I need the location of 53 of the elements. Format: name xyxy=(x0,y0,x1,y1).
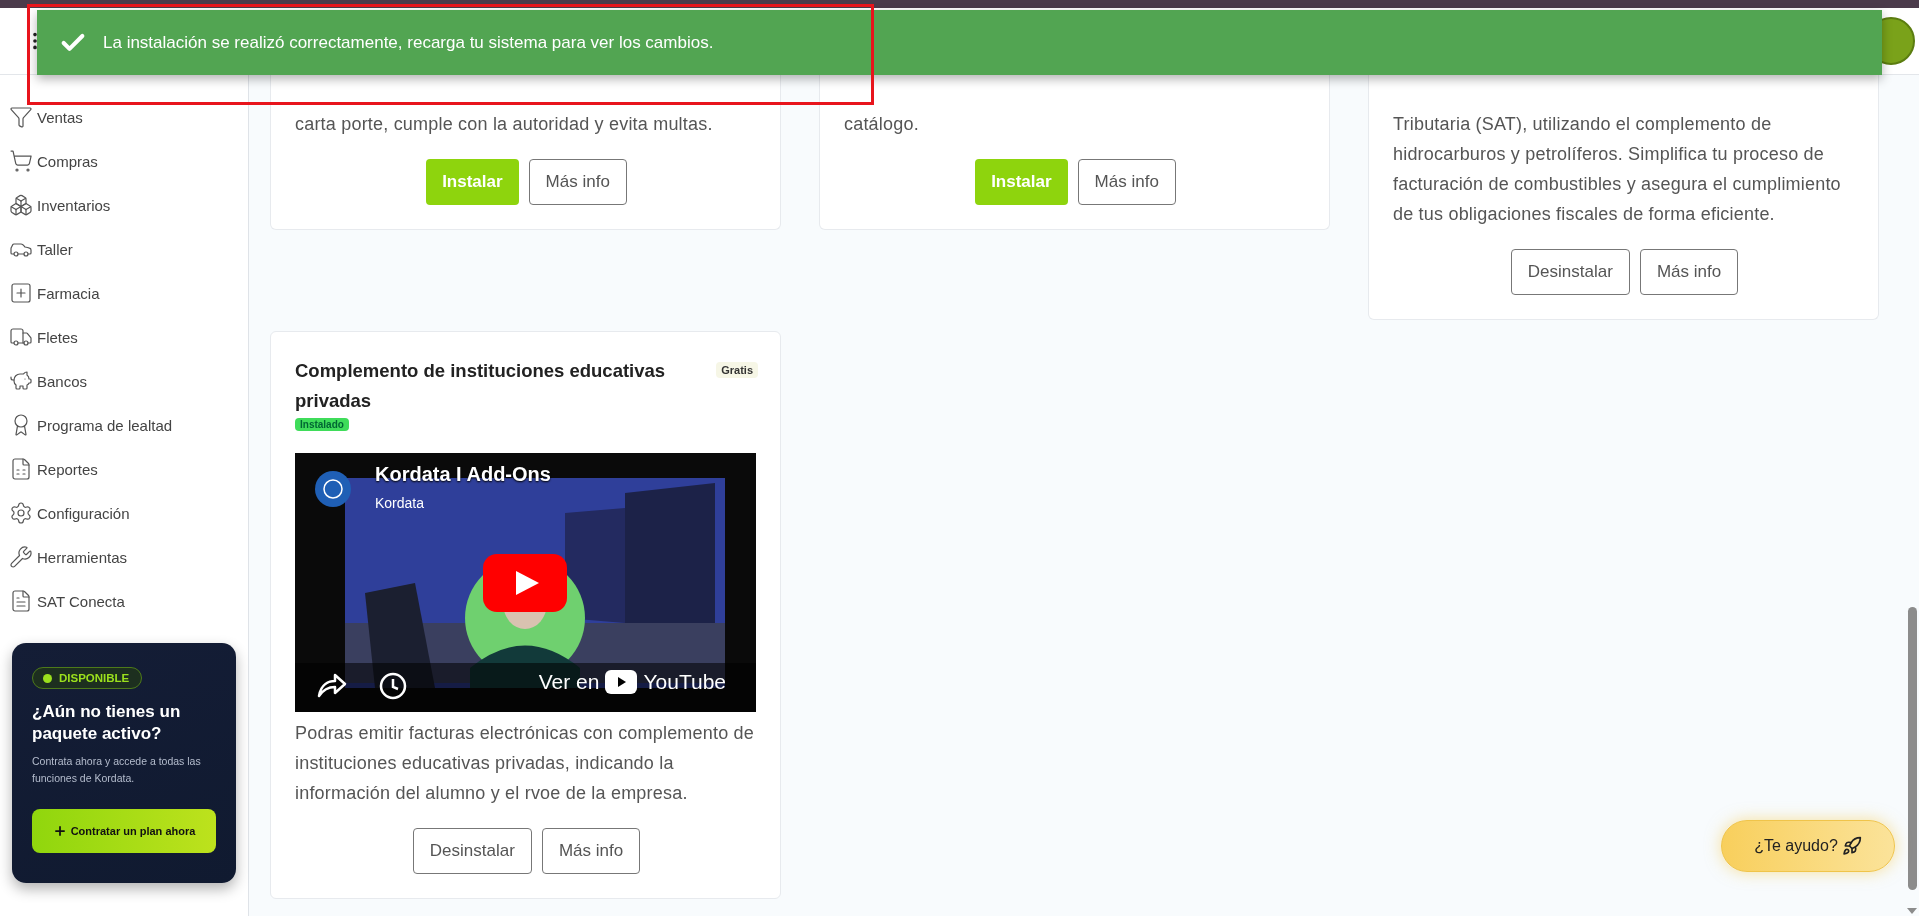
outline-button[interactable]: Más info xyxy=(541,828,641,874)
card-description: Tributaria (SAT), utilizando el complemento de hidrocarburos y petrolíferos. Simplifica tu proceso de facturación de combustibles y asegura el cumplimiento de tus obligaciones fiscales de forma eficiente. xyxy=(1393,113,1842,226)
sidebar-item[interactable]: Compras xyxy=(0,139,248,183)
plus-square-icon xyxy=(9,281,33,305)
share-icon[interactable] xyxy=(317,672,347,698)
channel-name: Kordata xyxy=(375,495,425,511)
watch-on-youtube-link[interactable]: Ver en YouTube xyxy=(538,670,726,694)
outline-button[interactable]: Desinstalar xyxy=(1510,249,1630,295)
channel-logo-icon xyxy=(315,471,351,507)
card-description: Podras emitir facturas electrónicas con complemento de instituciones educativas privadas, indicando la información del alumno y el rvoe de la empresa. xyxy=(295,722,755,805)
sidebar-item[interactable]: Configuración xyxy=(0,491,248,535)
outline-button[interactable]: Más info xyxy=(1077,159,1176,205)
promo-title: ¿Aún no tienes un paquete activo? xyxy=(32,701,182,745)
scrollbar-thumb[interactable] xyxy=(1908,607,1917,890)
card-description: catálogo. xyxy=(844,113,920,136)
play-icon[interactable] xyxy=(483,554,567,612)
sidebar-item[interactable]: Herramientas xyxy=(0,535,248,579)
sidebar-item[interactable]: Farmacia xyxy=(0,271,248,315)
piggy-bank-icon xyxy=(9,369,33,393)
outline-button[interactable]: Más info xyxy=(1639,249,1739,295)
clock-icon[interactable] xyxy=(379,672,407,700)
rocket-icon xyxy=(1841,836,1862,856)
cart-icon xyxy=(9,149,33,173)
card-title: Complemento de instituciones educativas privadas xyxy=(295,359,667,413)
plus-icon xyxy=(52,824,67,838)
sidebar-item[interactable]: Ventas xyxy=(0,95,248,139)
toast-message: La instalación se realizó correctamente, recarga tu sistema para ver los cambios. xyxy=(103,32,714,53)
wrench-icon xyxy=(9,545,33,569)
outline-button[interactable]: Más info xyxy=(528,159,627,205)
sidebar-item[interactable]: SAT Conecta xyxy=(0,579,248,623)
contract-plan-button[interactable]: Contratar un plan ahora xyxy=(32,809,216,853)
help-button[interactable]: ¿Te ayudo? xyxy=(1721,820,1895,872)
outline-button[interactable]: Desinstalar xyxy=(412,828,532,874)
price-tag: Gratis xyxy=(716,362,758,378)
promo-text: Contrata ahora y accede a todas las funciones de Kordata. xyxy=(32,754,202,786)
funnel-icon xyxy=(9,105,33,129)
status-dot-icon xyxy=(43,673,52,683)
card-description: carta porte, cumple con la autoridad y evita multas. xyxy=(295,113,714,136)
sidebar-item[interactable]: Bancos xyxy=(0,359,248,403)
settings-icon xyxy=(9,501,33,525)
status-badge: DISPONIBLE xyxy=(32,667,143,689)
sidebar-item[interactable]: Programa de lealtad xyxy=(0,403,248,447)
sidebar-item[interactable]: Reportes xyxy=(0,447,248,491)
scroll-down-icon[interactable] xyxy=(1907,908,1917,914)
installed-tag: Instalado xyxy=(295,418,349,431)
truck-icon xyxy=(9,325,33,349)
sidebar-item[interactable]: Fletes xyxy=(0,315,248,359)
youtube-play-icon xyxy=(605,670,638,694)
sidebar-item[interactable]: Taller xyxy=(0,227,248,271)
sidebar-item[interactable]: Inventarios xyxy=(0,183,248,227)
boxes-icon xyxy=(9,193,33,217)
document-icon xyxy=(9,589,33,613)
spreadsheet-icon xyxy=(9,457,33,481)
